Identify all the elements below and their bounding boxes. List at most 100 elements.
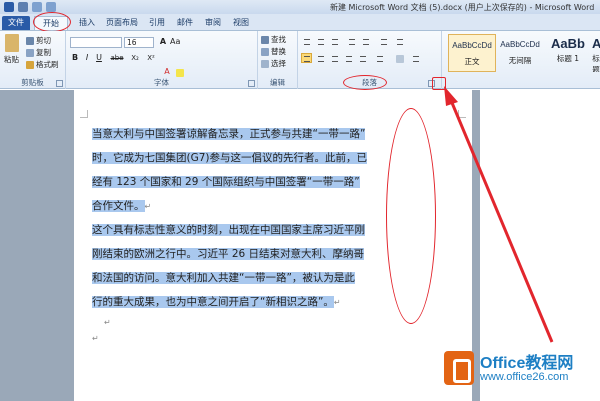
cut-label: 剪切	[36, 36, 51, 45]
paragraph-mark: ↵	[333, 298, 341, 307]
undo-icon[interactable]	[32, 2, 42, 12]
paragraph-label-highlight-ellipse	[343, 75, 387, 90]
text-line[interactable]: 和法国的访问。意大利加入共建“一带一路”，被认为是此	[92, 266, 426, 290]
tab-references[interactable]: 引用	[144, 16, 170, 30]
text-line[interactable]: 行的重大成果，也为中意之间开启了“新相识之路”。↵	[92, 290, 426, 314]
style-heading-2-name: 标题 2	[592, 54, 600, 72]
numbering-button[interactable]	[315, 36, 326, 46]
distributed-icon	[360, 56, 366, 62]
clipboard-dialog-launcher[interactable]	[56, 80, 63, 87]
font-color-button[interactable]: A	[162, 67, 172, 77]
tab-page-layout[interactable]: 页面布局	[102, 16, 142, 30]
home-tab-highlight-ellipse	[33, 12, 71, 32]
text-line[interactable]: 当意大利与中国签署谅解备忘录，正式参与共建“一带一路”	[92, 122, 426, 146]
font-size-box[interactable]: 16	[124, 37, 154, 48]
tab-file[interactable]: 文件	[2, 16, 30, 30]
shading-button[interactable]	[394, 53, 405, 63]
find-button[interactable]: 查找	[261, 34, 286, 45]
selected-text[interactable]: 行的重大成果，也为中意之间开启了“新相识之路”。	[92, 296, 334, 308]
text-line[interactable]: 刚结束的欧洲之行中。习近平 26 日结束对意大利、摩纳哥	[92, 242, 426, 266]
style-no-spacing-name: 无间隔	[508, 56, 532, 65]
paragraph-1[interactable]: 当意大利与中国签署谅解备忘录，正式参与共建“一带一路” 时，它成为七国集团(G7…	[92, 122, 426, 218]
text-line[interactable]: 时，它成为七国集团(G7)参与这一倡议的先行者。此前，已	[92, 146, 426, 170]
font-group: 16 A Aa B I U abe X₂ X² A 字体	[66, 31, 258, 89]
text-line[interactable]: 这个具有标志性意义的时刻，出现在中国国家主席习近平刚	[92, 218, 426, 242]
align-right-button[interactable]	[329, 53, 340, 63]
superscript-button[interactable]: X²	[144, 53, 158, 63]
text-edge-highlight-ellipse	[386, 108, 436, 324]
find-label: 查找	[271, 35, 286, 44]
justify-icon	[346, 56, 352, 62]
style-heading-2[interactable]: AaB 标题 2	[592, 34, 600, 72]
save-icon[interactable]	[18, 2, 28, 12]
replace-button[interactable]: 替换	[261, 46, 286, 57]
paste-button[interactable]: 粘贴	[4, 34, 19, 65]
selected-text[interactable]: 时，它成为七国集团(G7)参与这一倡议的先行者。此前，已	[92, 152, 368, 164]
quick-access-toolbar	[0, 2, 56, 12]
paragraph-2[interactable]: 这个具有标志性意义的时刻，出现在中国国家主席习近平刚 刚结束的欧洲之行中。习近平…	[92, 218, 426, 314]
underline-button[interactable]: U	[94, 53, 104, 63]
tab-insert[interactable]: 插入	[74, 16, 100, 30]
selected-text[interactable]: 经有 123 个国家和 29 个国际组织与中国签署“一带一路”	[92, 176, 360, 188]
format-painter-button[interactable]: 格式刷	[26, 59, 59, 70]
word-app-icon[interactable]	[4, 2, 14, 12]
font-dialog-launcher[interactable]	[248, 80, 255, 87]
style-normal-name: 正文	[464, 57, 480, 66]
style-heading-1[interactable]: AaBb 标题 1	[544, 34, 592, 72]
style-heading-1-name: 标题 1	[556, 54, 580, 63]
subscript-button[interactable]: X₂	[128, 53, 142, 63]
bold-button[interactable]: B	[70, 53, 80, 63]
text-line[interactable]: 合作文件。↵	[92, 194, 426, 218]
selected-text[interactable]: 当意大利与中国签署谅解备忘录，正式参与共建“一带一路”	[92, 128, 366, 140]
tab-mailings[interactable]: 邮件	[172, 16, 198, 30]
watermark-brand: Office教程网	[480, 355, 574, 372]
selected-text[interactable]: 这个具有标志性意义的时刻，出现在中国国家主席习近平刚	[92, 224, 365, 236]
align-right-icon	[332, 56, 338, 62]
margin-corner-mark	[80, 110, 88, 118]
redo-icon[interactable]	[46, 2, 56, 12]
copy-icon	[26, 48, 34, 57]
empty-paragraph-mark: ↵	[104, 318, 111, 327]
align-left-button[interactable]	[301, 53, 312, 63]
style-normal[interactable]: AaBbCcDd 正文	[448, 34, 496, 72]
text-line[interactable]: 经有 123 个国家和 29 个国际组织与中国签署“一带一路”	[92, 170, 426, 194]
selected-text[interactable]: 刚结束的欧洲之行中。习近平 26 日结束对意大利、摩纳哥	[92, 248, 365, 260]
tab-review[interactable]: 审阅	[200, 16, 226, 30]
selected-text[interactable]: 合作文件。	[92, 200, 145, 212]
line-spacing-button[interactable]	[374, 53, 385, 63]
borders-icon	[413, 56, 419, 62]
strikethrough-button[interactable]: abe	[108, 53, 126, 63]
italic-button[interactable]: I	[82, 53, 92, 63]
multilevel-list-button[interactable]	[329, 36, 340, 46]
paintbrush-icon	[26, 60, 34, 69]
multilevel-list-icon	[332, 39, 338, 45]
copy-button[interactable]: 复制	[26, 47, 51, 58]
clipboard-group: 粘贴 剪切 复制 格式刷 剪贴板	[0, 31, 66, 89]
show-marks-button[interactable]	[394, 36, 405, 46]
selected-text[interactable]: 和法国的访问。意大利加入共建“一带一路”，被认为是此	[92, 272, 355, 284]
line-spacing-icon	[377, 56, 383, 62]
tab-view[interactable]: 视图	[228, 16, 254, 30]
replace-label: 替换	[271, 47, 286, 56]
font-name-box[interactable]	[70, 37, 122, 48]
ribbon: 粘贴 剪切 复制 格式刷 剪贴板 16 A Aa B I U abe X₂ X²…	[0, 31, 600, 89]
cut-button[interactable]: 剪切	[26, 35, 51, 46]
select-button[interactable]: 选择	[261, 58, 286, 69]
justify-button[interactable]	[343, 53, 354, 63]
style-no-spacing[interactable]: AaBbCcDd 无间隔	[496, 34, 544, 72]
format-painter-label: 格式刷	[36, 60, 59, 69]
grow-font-button[interactable]: A	[158, 37, 168, 47]
bullets-button[interactable]	[301, 36, 312, 46]
distributed-button[interactable]	[357, 53, 368, 63]
style-normal-sample: AaBbCcDd	[452, 41, 492, 50]
shrink-font-button[interactable]: Aa	[170, 37, 180, 47]
style-heading-2-sample: AaB	[592, 36, 600, 51]
font-group-label: 字体	[154, 78, 169, 87]
highlighter-icon[interactable]	[176, 69, 184, 77]
align-center-button[interactable]	[315, 53, 326, 63]
increase-indent-button[interactable]	[360, 36, 371, 46]
sort-button[interactable]	[378, 36, 389, 46]
decrease-indent-button[interactable]	[346, 36, 357, 46]
shading-icon	[396, 55, 404, 63]
borders-button[interactable]	[410, 53, 421, 63]
